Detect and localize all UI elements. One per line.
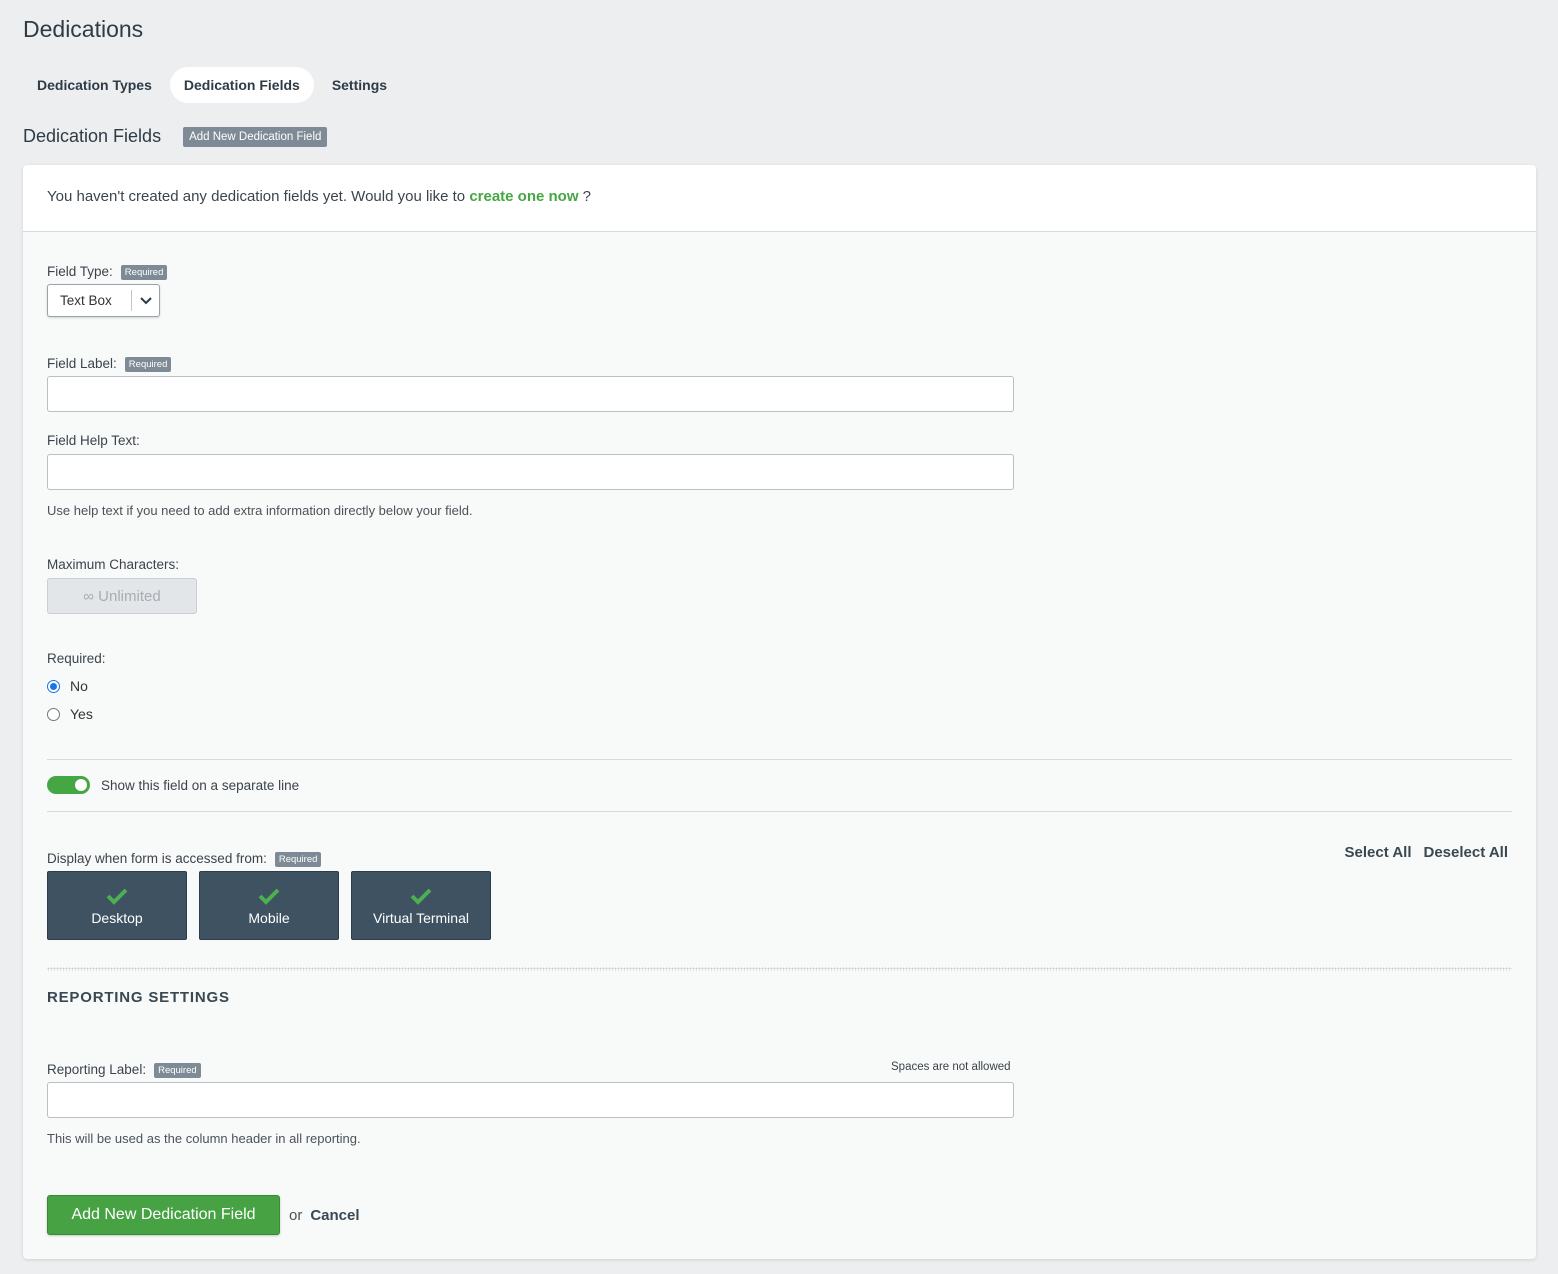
required-badge: Required bbox=[154, 1063, 201, 1078]
add-dedication-field-button[interactable]: Add New Dedication Field bbox=[47, 1195, 280, 1235]
create-one-now-link[interactable]: create one now bbox=[469, 188, 578, 205]
required-label: Required: bbox=[47, 651, 106, 666]
notice-text: You haven't created any dedication field… bbox=[47, 188, 470, 205]
section-title: Dedication Fields bbox=[23, 126, 162, 146]
required-yes-option[interactable]: Yes bbox=[47, 706, 93, 722]
field-type-value: Text Box bbox=[60, 293, 112, 308]
display-from-label: Display when form is accessed from: bbox=[47, 851, 267, 866]
field-label-input[interactable] bbox=[47, 376, 1014, 412]
tile-virtual-terminal-label: Virtual Terminal bbox=[373, 909, 469, 926]
field-label-label-row: Field Label: Required bbox=[47, 355, 172, 373]
page-title: Dedications bbox=[23, 16, 144, 42]
field-type-label: Field Type: bbox=[47, 264, 113, 279]
form-actions: Add New Dedication Field or Cancel bbox=[47, 1195, 360, 1235]
tile-desktop[interactable]: Desktop bbox=[47, 871, 187, 940]
tile-mobile[interactable]: Mobile bbox=[199, 871, 339, 940]
max-characters-unlimited-button[interactable]: ∞ Unlimited bbox=[47, 578, 197, 614]
field-help-text-input[interactable] bbox=[47, 454, 1014, 490]
dedication-field-form-card: You haven't created any dedication field… bbox=[23, 165, 1536, 1259]
display-from-tiles: Desktop Mobile Virtual Terminal bbox=[47, 871, 491, 940]
select-all-controls: Select All Deselect All bbox=[1345, 844, 1508, 861]
check-icon bbox=[258, 888, 280, 905]
or-text: or bbox=[289, 1206, 303, 1224]
separate-line-label: Show this field on a separate line bbox=[101, 777, 300, 793]
section-heading: Dedication Fields Add New Dedication Fie… bbox=[23, 126, 328, 147]
tile-desktop-label: Desktop bbox=[91, 909, 143, 926]
tab-settings[interactable]: Settings bbox=[318, 67, 401, 103]
separate-line-toggle[interactable] bbox=[47, 776, 90, 794]
required-badge: Required bbox=[124, 357, 172, 372]
check-icon bbox=[106, 888, 128, 905]
tab-dedication-types[interactable]: Dedication Types bbox=[23, 67, 166, 103]
max-characters-label: Maximum Characters: bbox=[47, 557, 180, 572]
reporting-label-row: Reporting Label: Required bbox=[47, 1061, 201, 1079]
required-badge: Required bbox=[274, 852, 322, 867]
required-yes-radio[interactable] bbox=[47, 707, 60, 721]
field-help-text-label: Field Help Text: bbox=[47, 433, 140, 448]
empty-state-notice: You haven't created any dedication field… bbox=[23, 165, 1536, 232]
field-type-label-row: Field Type: Required bbox=[47, 263, 168, 281]
required-badge: Required bbox=[120, 265, 168, 280]
divider bbox=[47, 759, 1512, 760]
divider bbox=[47, 811, 1512, 812]
tile-virtual-terminal[interactable]: Virtual Terminal bbox=[351, 871, 491, 940]
required-no-option[interactable]: No bbox=[47, 678, 88, 694]
separate-line-row: Show this field on a separate line bbox=[47, 776, 299, 794]
select-all-link[interactable]: Select All bbox=[1345, 844, 1412, 861]
tab-bar: Dedication Types Dedication Fields Setti… bbox=[23, 67, 405, 103]
required-yes-label: Yes bbox=[70, 706, 93, 722]
dotted-divider bbox=[47, 967, 1512, 971]
reporting-label-input[interactable] bbox=[47, 1082, 1014, 1118]
cancel-link[interactable]: Cancel bbox=[310, 1207, 359, 1224]
field-help-text-hint: Use help text if you need to add extra i… bbox=[47, 503, 473, 518]
add-dedication-field-header-button[interactable]: Add New Dedication Field bbox=[183, 126, 328, 147]
spaces-not-allowed-note: Spaces are not allowed bbox=[891, 1061, 1011, 1073]
reporting-label-label: Reporting Label: bbox=[47, 1062, 147, 1077]
display-from-label-row: Display when form is accessed from: Requi… bbox=[47, 850, 322, 868]
deselect-all-link[interactable]: Deselect All bbox=[1424, 844, 1509, 861]
reporting-label-hint: This will be used as the column header i… bbox=[47, 1131, 361, 1146]
check-icon bbox=[410, 888, 432, 905]
required-no-radio[interactable] bbox=[47, 679, 60, 693]
tile-mobile-label: Mobile bbox=[248, 909, 290, 926]
chevron-down-icon bbox=[131, 290, 159, 311]
field-type-select[interactable]: Text Box bbox=[47, 284, 160, 317]
notice-suffix: ? bbox=[578, 188, 592, 205]
reporting-settings-title: REPORTING SETTINGS bbox=[47, 989, 230, 1006]
field-label-label: Field Label: bbox=[47, 356, 117, 371]
required-no-label: No bbox=[70, 678, 88, 694]
tab-dedication-fields[interactable]: Dedication Fields bbox=[169, 67, 314, 103]
